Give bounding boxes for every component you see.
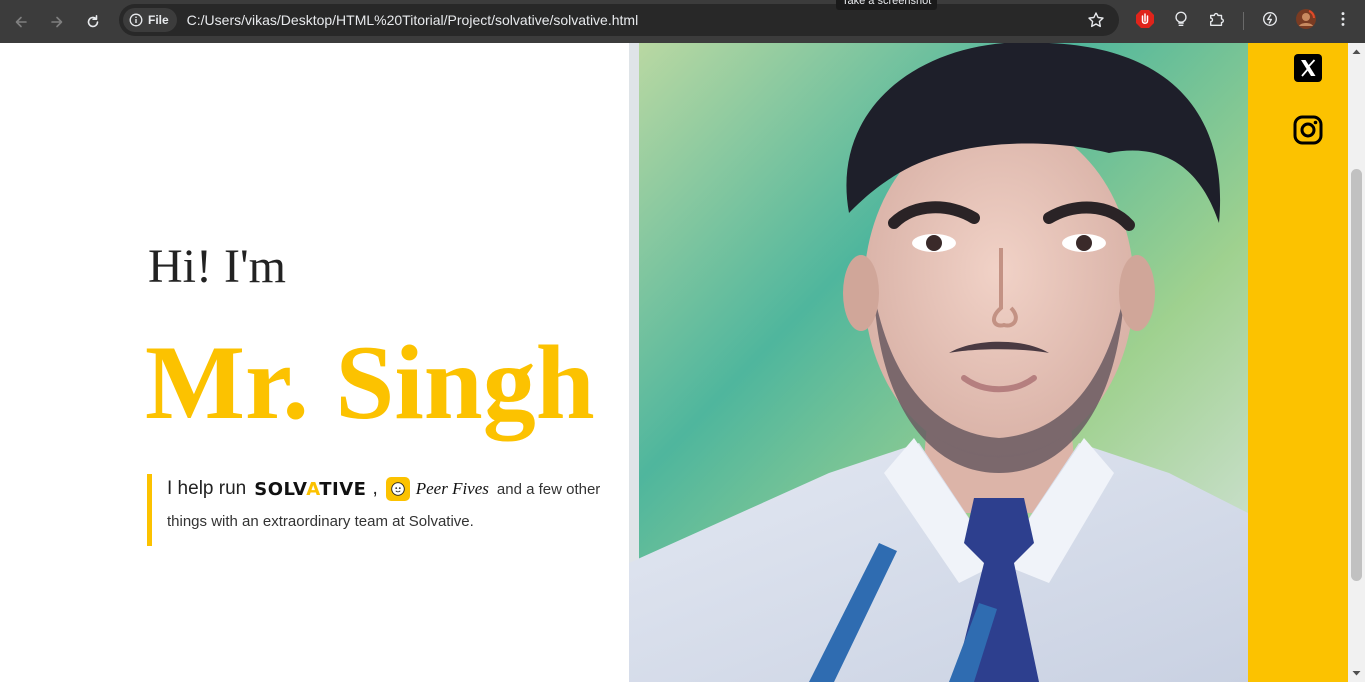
x-icon[interactable]: [1293, 53, 1323, 83]
scrollbar-thumb[interactable]: [1351, 169, 1362, 581]
intro-suffix: and a few other: [496, 480, 601, 498]
intro-prefix: I help run: [167, 478, 247, 499]
reload-button[interactable]: [78, 7, 108, 37]
screenshot-tooltip: Take a screenshot: [836, 0, 938, 10]
intro-line-1: I help run SOLVATIVE , Peer Fives and a …: [167, 474, 617, 504]
site-info-chip[interactable]: File: [123, 8, 177, 32]
peer-fives-logo-icon[interactable]: [385, 477, 410, 501]
portrait-illustration: [629, 43, 1248, 682]
back-button[interactable]: [6, 7, 36, 37]
intro-block: I help run SOLVATIVE , Peer Fives and a …: [147, 474, 617, 546]
instagram-icon[interactable]: [1293, 115, 1323, 145]
file-label: File: [148, 13, 169, 27]
scroll-up-arrow-icon[interactable]: [1352, 47, 1361, 56]
page-content: Hi! I'm Mr. Singh I help run SOLVATIVE ,…: [0, 43, 1365, 682]
social-sidebar: [1248, 43, 1348, 682]
browser-menu-icon[interactable]: [1332, 8, 1354, 30]
browser-toolbar: File C:/Users/vikas/Desktop/HTML%20Titor…: [0, 0, 1365, 43]
forward-button[interactable]: [42, 7, 72, 37]
peer-fives-logo-text[interactable]: Peer Fives: [416, 479, 489, 499]
extension-bulb-icon[interactable]: [1170, 8, 1192, 30]
arrow-left-icon: [15, 16, 27, 27]
extension-adblock-icon[interactable]: [1134, 8, 1156, 30]
solvative-logo[interactable]: SOLVATIVE: [254, 479, 366, 500]
intro-line-2: things with an extraordinary team at Sol…: [167, 513, 474, 530]
reload-icon: [87, 14, 99, 27]
scroll-down-arrow-icon[interactable]: [1352, 669, 1361, 678]
arrow-right-icon: [51, 16, 63, 27]
toolbar-divider: [1243, 12, 1244, 30]
intro-comma: ,: [372, 478, 378, 499]
info-icon: [129, 13, 143, 27]
vertical-scrollbar[interactable]: [1348, 43, 1365, 682]
greeting-heading: Hi! I'm: [148, 240, 286, 293]
solvative-logo-accent-letter: A: [306, 478, 320, 500]
profile-avatar-icon[interactable]: [1295, 8, 1317, 30]
bookmark-star-icon[interactable]: [1087, 11, 1105, 29]
profile-photo: [629, 43, 1248, 682]
name-heading: Mr. Singh: [145, 324, 595, 441]
address-bar[interactable]: File C:/Users/vikas/Desktop/HTML%20Titor…: [119, 4, 1119, 36]
url-text[interactable]: C:/Users/vikas/Desktop/HTML%20Titorial/P…: [187, 12, 639, 28]
extensions-puzzle-icon[interactable]: [1206, 8, 1228, 30]
performance-icon[interactable]: [1259, 8, 1281, 30]
